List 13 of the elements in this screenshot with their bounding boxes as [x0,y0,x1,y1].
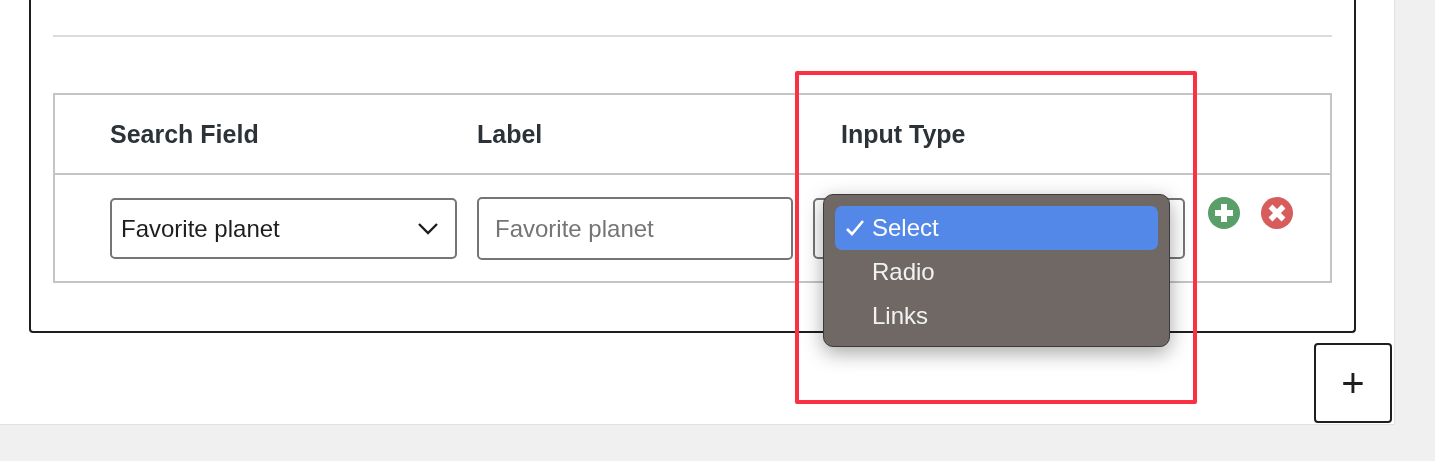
add-icon[interactable] [1208,196,1240,229]
chevron-down-icon [417,221,439,236]
search-field-select[interactable]: Favorite planet [110,198,457,259]
dropdown-option[interactable]: Links [835,294,1158,338]
dropdown-option[interactable]: Radio [835,250,1158,294]
dropdown-option[interactable]: Select [835,206,1158,250]
add-block-button[interactable]: + [1314,343,1392,423]
remove-icon[interactable] [1261,196,1293,229]
column-header: Input Type [841,119,966,149]
label-input[interactable]: Favorite planet [477,197,793,260]
checkmark-icon [845,219,865,237]
column-header: Label [477,119,543,149]
column-header: Search Field [110,119,259,149]
